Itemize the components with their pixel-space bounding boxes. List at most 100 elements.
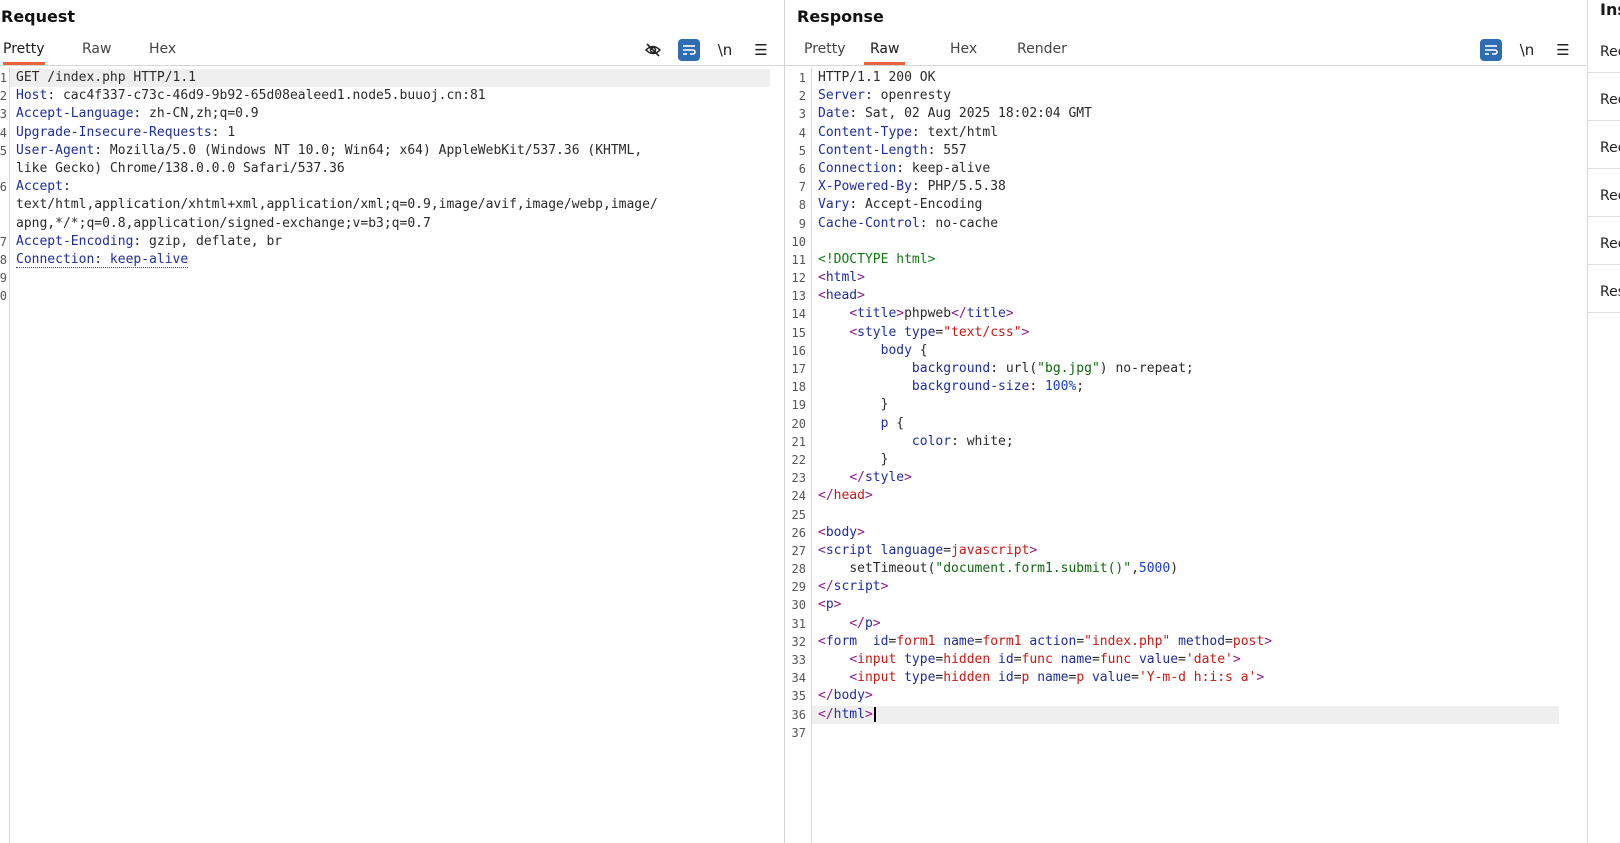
code-token: 5000 [1138, 561, 1171, 577]
code-token: > [872, 615, 881, 631]
wrap-lines-icon[interactable] [678, 39, 700, 61]
header-name: Connection: keep-alive [16, 251, 189, 268]
line-number: 22 [791, 452, 806, 467]
inspector-item[interactable]: Res [1600, 284, 1620, 300]
code-token: html [825, 270, 858, 286]
code-token: hidden [943, 670, 991, 686]
code-token: </ [951, 306, 967, 322]
code-token: language [880, 542, 944, 558]
response-panel: Response Pretty Raw Hex Render \n ☰ 1 HTT… [785, 0, 1586, 843]
hide-eye-icon[interactable] [642, 39, 664, 61]
code-line: 6 Accept: [0, 178, 658, 196]
code-token: form1 [982, 633, 1022, 649]
code-line: 2 Host: cac4f337-c73c-46d9-9b92-65d08eale… [0, 87, 658, 105]
response-tab-raw[interactable]: Raw [864, 41, 906, 65]
inspector-item[interactable]: Req [1600, 140, 1620, 156]
line-number: 32 [791, 634, 806, 649]
wrap-lines-icon[interactable] [1480, 39, 1502, 61]
request-toolbar: \n ☰ [642, 39, 772, 61]
response-code[interactable]: 1 HTTP/1.1 200 OK 2 Server: openresty 3 Date:… [792, 69, 1273, 742]
code-line: 23 </style> [792, 469, 1272, 487]
request-tab-hex[interactable]: Hex [149, 41, 176, 64]
line-number: 1 [0, 71, 7, 85]
code-token: > [857, 524, 865, 540]
code-line: 10 [792, 233, 1272, 251]
text-cursor [873, 706, 876, 722]
code-token: { [888, 415, 905, 431]
code-line: 6 Connection: keep-alive [799, 160, 1272, 178]
response-tab-render[interactable]: Render [1017, 41, 1067, 64]
response-editor[interactable]: 1 HTTP/1.1 200 OK 2 Server: openresty 3 Date:… [785, 67, 1586, 843]
code-token: = [1225, 633, 1233, 649]
code-line: 20 p { [792, 415, 1272, 433]
code-token: head [833, 488, 865, 504]
code-token: > [896, 306, 905, 322]
line-number: 7 [798, 180, 806, 195]
inspector-separator [1588, 72, 1620, 73]
request-code[interactable]: 1 GET /index.php HTTP/1.1 2 Host: cac4f337-… [0, 69, 658, 305]
code-token: > [1029, 542, 1038, 558]
line-number: 33 [791, 653, 806, 667]
code-token: } [880, 397, 889, 413]
inspector-item[interactable]: Req [1600, 236, 1620, 252]
response-tabbar: Pretty Raw Hex Render \n ☰ [785, 36, 1586, 66]
line-number: 16 [791, 343, 806, 358]
menu-icon[interactable]: ☰ [750, 39, 772, 61]
code-line: 31 </p> [792, 615, 1272, 633]
inspector-item[interactable]: Req [1600, 188, 1620, 204]
header-value: text/html,application/xhtml+xml,applicat… [16, 197, 658, 213]
code-token: form [825, 633, 858, 649]
code-line: 16 body { [792, 342, 1272, 360]
code-line: 19 } [792, 396, 1272, 414]
header-value: : 1 [211, 124, 236, 140]
line-number: 13 [791, 289, 806, 304]
header-name: Accept-Encoding [16, 233, 134, 249]
request-tab-raw[interactable]: Raw [82, 41, 111, 64]
inspector-item[interactable]: Req [1600, 44, 1620, 60]
code-line: 4 Content-Type: text/html [799, 124, 1272, 142]
newline-toggle[interactable]: \n [714, 39, 736, 61]
code-token: > [1264, 633, 1273, 649]
request-editor[interactable]: 1 GET /index.php HTTP/1.1 2 Host: cac4f337-… [0, 67, 784, 843]
inspector-title: Ins [1600, 0, 1620, 19]
line-number: 24 [791, 489, 806, 504]
inspector-item[interactable]: Req [1600, 92, 1620, 108]
code-line: 8 Vary: Accept-Encoding [799, 196, 1272, 214]
request-tab-pretty[interactable]: Pretty [3, 41, 45, 65]
menu-icon[interactable]: ☰ [1552, 39, 1574, 61]
code-token: input [857, 670, 897, 686]
code-line: 2 Server: openresty [799, 87, 1272, 105]
code-token: < [849, 652, 858, 667]
request-title: Request [1, 7, 76, 26]
inspector-panel: Ins Req Req Req Req Req Res [1587, 0, 1620, 843]
code-line: 8 Connection: keep-alive [0, 251, 658, 269]
code-line: 28 setTimeout("document.form1.submit()",… [792, 560, 1272, 578]
newline-toggle[interactable]: \n [1516, 39, 1538, 61]
header-name: Content-Length [818, 142, 928, 158]
response-toolbar: \n ☰ [1480, 39, 1574, 61]
code-line: 1 HTTP/1.1 200 OK [799, 69, 1272, 87]
code-token: : [1029, 379, 1045, 395]
code-line: 15 <style type="text/css"> [792, 324, 1272, 342]
line-number: 9 [0, 271, 7, 286]
code-line: 4 Upgrade-Insecure-Requests: 1 [0, 124, 658, 142]
response-tab-hex[interactable]: Hex [950, 41, 977, 64]
response-tab-pretty[interactable]: Pretty [804, 41, 846, 64]
code-line: 26 <body> [792, 524, 1272, 542]
header-name: X-Powered-By [818, 179, 912, 195]
header-value: : [62, 179, 71, 195]
header-name: Server [818, 88, 865, 104]
response-title: Response [797, 7, 884, 26]
code-token: phpweb [904, 306, 952, 322]
header-value: : Sat, 02 Aug 2025 18:02:04 GMT [849, 106, 1092, 122]
code-token: body [833, 688, 865, 704]
